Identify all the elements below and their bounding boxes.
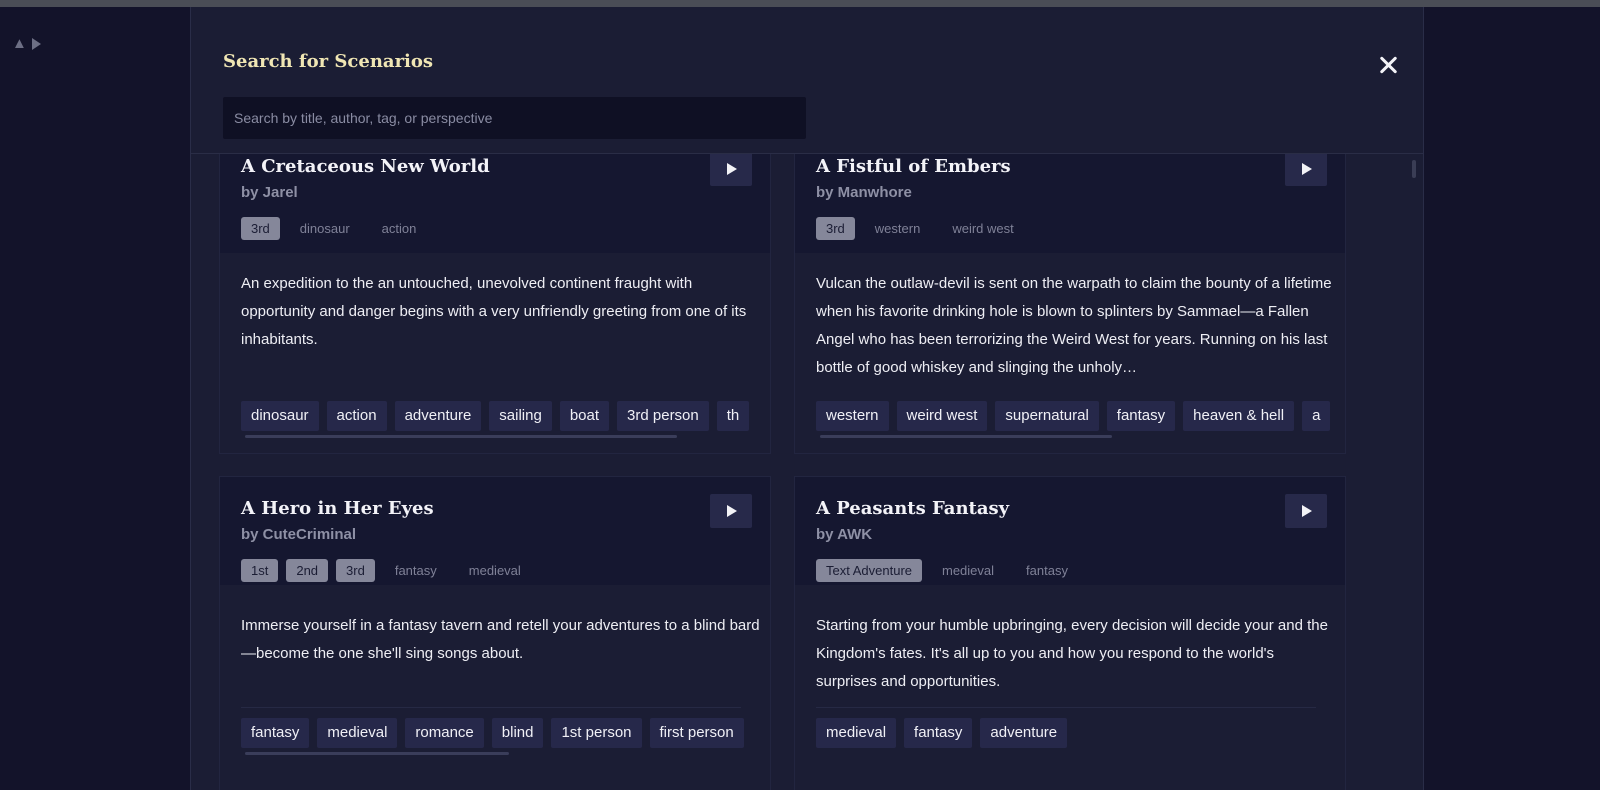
logo-icon: ▲ xyxy=(12,35,27,52)
scenario-author[interactable]: by CuteCriminal xyxy=(241,526,356,543)
tag-chip[interactable]: boat xyxy=(559,401,610,431)
scenario-list[interactable]: A Cretaceous New World by Jarel 3rd dino… xyxy=(191,154,1423,790)
header-tag: western xyxy=(874,221,921,236)
modal-header: Search for Scenarios xyxy=(191,7,1423,154)
scenario-title[interactable]: A Peasants Fantasy xyxy=(816,498,1009,519)
tag-strip[interactable]: dinosaur action adventure sailing boat 3… xyxy=(241,401,761,431)
play-icon xyxy=(1302,505,1312,517)
scenario-title[interactable]: A Hero in Her Eyes xyxy=(241,498,434,519)
tag-chip[interactable]: adventure xyxy=(980,718,1068,748)
play-icon xyxy=(1302,163,1312,175)
tag-strip[interactable]: western weird west supernatural fantasy … xyxy=(816,401,1336,431)
scenario-author[interactable]: by Manwhore xyxy=(816,184,912,201)
scenario-search-modal: Search for Scenarios A Cretaceous New Wo… xyxy=(190,7,1424,790)
tag-scrollbar[interactable] xyxy=(245,752,509,755)
divider xyxy=(816,707,1316,708)
scenario-card[interactable]: A Hero in Her Eyes by CuteCriminal 1st 2… xyxy=(219,476,771,790)
tag-chip[interactable]: a xyxy=(1302,401,1331,431)
play-button[interactable] xyxy=(1285,154,1327,186)
scenario-author[interactable]: by AWK xyxy=(816,526,872,543)
play-button[interactable] xyxy=(710,494,752,528)
perspective-badge: 2nd xyxy=(286,559,329,582)
tag-chip[interactable]: 3rd person xyxy=(617,401,709,431)
tag-chip[interactable]: romance xyxy=(405,718,484,748)
play-icon xyxy=(727,505,737,517)
modal-title: Search for Scenarios xyxy=(223,51,434,72)
scenario-title[interactable]: A Cretaceous New World xyxy=(241,156,490,177)
perspective-badge: 3rd xyxy=(241,217,280,240)
tag-chip[interactable]: medieval xyxy=(317,718,398,748)
perspective-row: 3rd dinosaur action xyxy=(241,217,428,240)
tag-scrollbar[interactable] xyxy=(245,435,677,438)
scenario-author[interactable]: by Jarel xyxy=(241,184,298,201)
tag-chip[interactable]: supernatural xyxy=(995,401,1099,431)
play-button[interactable] xyxy=(710,154,752,186)
scenario-description: Immerse yourself in a fantasy tavern and… xyxy=(241,617,760,662)
tag-chip[interactable]: action xyxy=(326,401,387,431)
perspective-row: 3rd western weird west xyxy=(816,217,1026,240)
window-top-bar xyxy=(0,0,1600,7)
header-tag: dinosaur xyxy=(299,221,350,236)
tag-strip[interactable]: medieval fantasy adventure xyxy=(816,718,1336,748)
divider xyxy=(241,707,741,708)
scenario-description: Starting from your humble upbringing, ev… xyxy=(816,617,1328,690)
scenario-card[interactable]: A Peasants Fantasy by AWK Text Adventure… xyxy=(794,476,1346,790)
tag-chip[interactable]: 1st person xyxy=(551,718,642,748)
perspective-row: 1st 2nd 3rd fantasy medieval xyxy=(241,559,533,582)
tag-chip[interactable]: first person xyxy=(649,718,744,748)
scrollbar[interactable] xyxy=(1412,160,1416,178)
play-icon xyxy=(727,163,737,175)
header-tag: action xyxy=(381,221,417,236)
tag-chip[interactable]: fantasy xyxy=(241,718,310,748)
perspective-badge: 1st xyxy=(241,559,279,582)
perspective-row: Text Adventure medieval fantasy xyxy=(816,559,1080,582)
scenario-title[interactable]: A Fistful of Embers xyxy=(816,156,1011,177)
tag-chip[interactable]: blind xyxy=(491,718,544,748)
play-button[interactable] xyxy=(1285,494,1327,528)
tag-chip[interactable]: western xyxy=(816,401,889,431)
app-logo[interactable]: ▲ xyxy=(12,36,41,52)
tag-scrollbar[interactable] xyxy=(820,435,1112,438)
header-tag: medieval xyxy=(468,563,521,578)
tag-chip[interactable]: adventure xyxy=(394,401,482,431)
tag-chip[interactable]: sailing xyxy=(489,401,552,431)
header-tag: fantasy xyxy=(394,563,437,578)
tag-chip[interactable]: heaven & hell xyxy=(1183,401,1295,431)
scenario-card[interactable]: A Cretaceous New World by Jarel 3rd dino… xyxy=(219,154,771,454)
header-tag: fantasy xyxy=(1026,563,1068,578)
tag-chip[interactable]: fantasy xyxy=(1106,401,1176,431)
tag-chip[interactable]: fantasy xyxy=(904,718,973,748)
perspective-badge: Text Adventure xyxy=(816,559,922,582)
tag-chip[interactable]: dinosaur xyxy=(241,401,319,431)
tag-chip[interactable]: weird west xyxy=(896,401,988,431)
scenario-card[interactable]: A Fistful of Embers by Manwhore 3rd west… xyxy=(794,154,1346,454)
perspective-badge: 3rd xyxy=(336,559,375,582)
tag-chip[interactable]: medieval xyxy=(816,718,897,748)
expand-arrow-icon[interactable] xyxy=(32,38,41,50)
header-tag: weird west xyxy=(952,221,1014,236)
search-input[interactable] xyxy=(223,97,806,139)
close-icon[interactable] xyxy=(1374,51,1402,79)
tag-strip[interactable]: fantasy medieval romance blind 1st perso… xyxy=(241,718,761,748)
scenario-description: An expedition to the an untouched, unevo… xyxy=(241,275,747,348)
scenario-description: Vulcan the outlaw-devil is sent on the w… xyxy=(816,275,1332,376)
perspective-badge: 3rd xyxy=(816,217,855,240)
tag-chip[interactable]: th xyxy=(716,401,750,431)
header-tag: medieval xyxy=(942,563,995,578)
